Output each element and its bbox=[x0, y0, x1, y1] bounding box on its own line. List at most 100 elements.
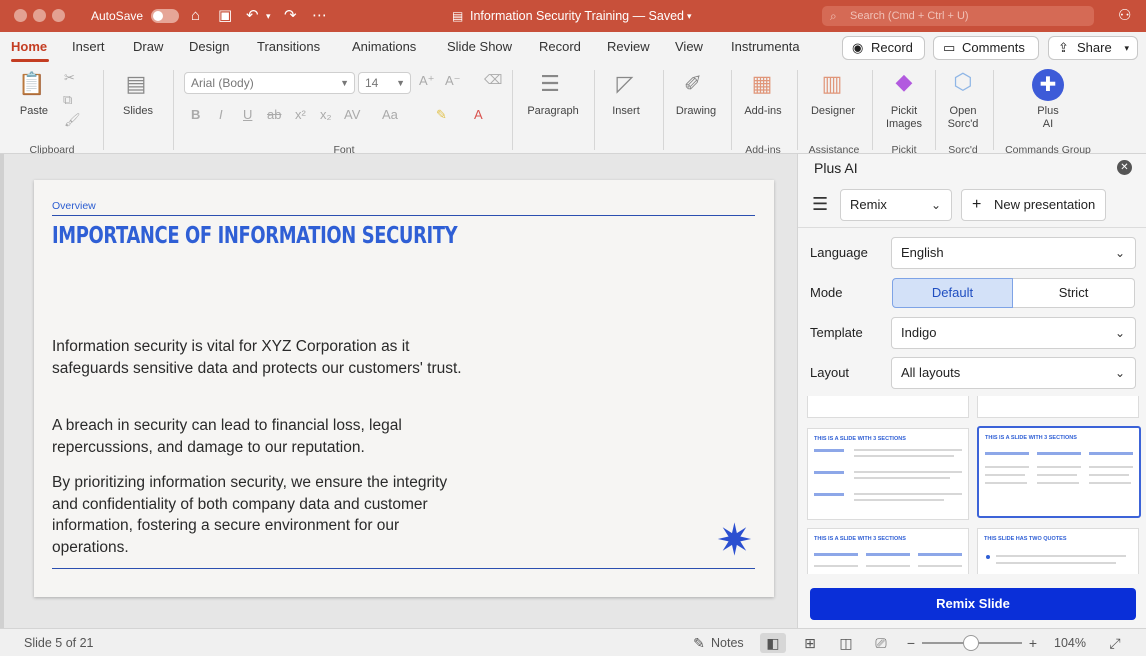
drawing-label[interactable]: Drawing bbox=[671, 105, 721, 117]
tab-home[interactable]: Home bbox=[11, 39, 47, 54]
undo-dropdown-icon[interactable]: ▾ bbox=[266, 6, 271, 26]
opensorcd-label-2[interactable]: Sorc'd bbox=[940, 118, 986, 130]
tab-slide-show[interactable]: Slide Show bbox=[447, 39, 512, 54]
paragraph-icon[interactable]: ☰ bbox=[530, 70, 570, 98]
panel-mode-select[interactable]: Remix ⌄ bbox=[840, 189, 952, 221]
drawing-icon[interactable]: ✐ bbox=[673, 70, 713, 98]
redo-icon[interactable]: ↷ bbox=[284, 6, 297, 26]
home-icon[interactable]: ⌂ bbox=[191, 6, 200, 26]
tab-draw[interactable]: Draw bbox=[133, 39, 163, 54]
plusai-label-1[interactable]: Plus bbox=[1024, 105, 1072, 117]
slides-label[interactable]: Slides bbox=[116, 105, 160, 117]
plus-ai-icon[interactable]: ✚ bbox=[1032, 69, 1064, 101]
zoom-in-icon[interactable]: + bbox=[1020, 633, 1046, 653]
new-presentation-button[interactable]: + New presentation bbox=[961, 189, 1106, 221]
zoom-level[interactable]: 104% bbox=[1054, 636, 1086, 650]
mode-default-button[interactable]: Default bbox=[892, 278, 1013, 308]
strikethrough-icon[interactable]: ab bbox=[267, 107, 281, 122]
current-slide[interactable]: Overview IMPORTANCE OF INFORMATION SECUR… bbox=[34, 180, 774, 597]
designer-label[interactable]: Designer bbox=[805, 105, 861, 117]
slideshow-icon[interactable]: ⎚ bbox=[868, 633, 894, 653]
zoom-slider-handle[interactable] bbox=[963, 635, 979, 651]
notes-icon[interactable]: ✎ bbox=[686, 633, 712, 653]
italic-icon[interactable]: I bbox=[219, 107, 223, 122]
designer-icon[interactable]: ▥ bbox=[814, 70, 850, 98]
addins-label[interactable]: Add-ins bbox=[738, 105, 788, 117]
layout-select[interactable]: All layouts ⌄ bbox=[891, 357, 1136, 389]
format-painter-icon[interactable]: 🖌 bbox=[64, 112, 81, 128]
slide-paragraph[interactable]: A breach in security can lead to financi… bbox=[52, 415, 472, 458]
fit-to-window-icon[interactable]: ⤢ bbox=[1102, 633, 1128, 653]
slide-section-label[interactable]: Overview bbox=[52, 200, 96, 212]
slide-title[interactable]: IMPORTANCE OF INFORMATION SECURITY bbox=[52, 223, 458, 249]
font-name-select[interactable]: Arial (Body) ▼ bbox=[184, 72, 355, 94]
copy-icon[interactable]: ⧉ bbox=[63, 92, 72, 108]
document-title[interactable]: Information Security Training — Saved bbox=[470, 9, 684, 23]
tab-animations[interactable]: Animations bbox=[352, 39, 416, 54]
subscript-icon[interactable]: x₂ bbox=[320, 107, 332, 122]
change-case-icon[interactable]: Aa bbox=[382, 107, 398, 122]
slide-paragraph[interactable]: Information security is vital for XYZ Co… bbox=[52, 336, 472, 379]
template-select[interactable]: Indigo ⌄ bbox=[891, 317, 1136, 349]
autosave-toggle[interactable] bbox=[151, 9, 179, 23]
pickit-icon[interactable]: ◆ bbox=[886, 68, 922, 96]
share-button[interactable]: ⇪ Share ▾ bbox=[1048, 36, 1138, 60]
slide-sorter-icon[interactable]: ⊞ bbox=[797, 633, 823, 653]
mode-strict-button[interactable]: Strict bbox=[1013, 278, 1135, 308]
layout-thumbnail-selected[interactable]: THIS IS A SLIDE WITH 3 SECTIONS bbox=[977, 426, 1141, 518]
pickit-label-2[interactable]: Images bbox=[880, 118, 928, 130]
opensorcd-label-1[interactable]: Open bbox=[940, 105, 986, 117]
account-icon[interactable]: ⚇ bbox=[1118, 6, 1131, 26]
close-icon[interactable]: ✕ bbox=[1117, 160, 1132, 175]
slides-layout-icon[interactable]: ▤ bbox=[116, 70, 156, 98]
normal-view-icon[interactable]: ◧ bbox=[760, 633, 786, 653]
slide-paragraph[interactable]: By prioritizing information security, we… bbox=[52, 472, 472, 558]
highlight-icon[interactable]: ✎ bbox=[436, 107, 447, 123]
record-button[interactable]: ◉ Record bbox=[842, 36, 925, 60]
insert-label[interactable]: Insert bbox=[603, 105, 649, 117]
reading-view-icon[interactable]: ◫ bbox=[833, 633, 859, 653]
paragraph-label[interactable]: Paragraph bbox=[522, 105, 584, 117]
more-icon[interactable]: ⋯ bbox=[312, 6, 327, 26]
layout-thumbnail[interactable] bbox=[977, 396, 1139, 418]
character-spacing-icon[interactable]: AV bbox=[344, 107, 360, 122]
clear-format-icon[interactable]: ⌫ bbox=[484, 72, 502, 88]
pickit-label-1[interactable]: Pickit bbox=[880, 105, 928, 117]
language-select[interactable]: English ⌄ bbox=[891, 237, 1136, 269]
tab-insert[interactable]: Insert bbox=[72, 39, 105, 54]
underline-icon[interactable]: U bbox=[243, 107, 252, 122]
slide-canvas[interactable]: Overview IMPORTANCE OF INFORMATION SECUR… bbox=[0, 154, 797, 628]
tab-design[interactable]: Design bbox=[189, 39, 229, 54]
tab-record[interactable]: Record bbox=[539, 39, 581, 54]
superscript-icon[interactable]: x² bbox=[295, 107, 306, 122]
tab-transitions[interactable]: Transitions bbox=[257, 39, 320, 54]
tab-view[interactable]: View bbox=[675, 39, 703, 54]
layout-thumbnail[interactable]: THIS IS A SLIDE WITH 3 SECTIONS bbox=[807, 528, 969, 574]
addins-icon[interactable]: ▦ bbox=[744, 70, 780, 98]
hexagon-icon[interactable]: ⬡ bbox=[945, 68, 981, 96]
chevron-down-icon[interactable]: ▾ bbox=[687, 11, 692, 22]
remix-slide-button[interactable]: Remix Slide bbox=[810, 588, 1136, 620]
minimize-window-button[interactable] bbox=[33, 9, 46, 22]
increase-font-icon[interactable]: A⁺ bbox=[419, 73, 435, 89]
layout-thumbnail-list[interactable]: THIS IS A SLIDE WITH 3 SECTIONS THIS IS … bbox=[798, 396, 1146, 574]
save-icon[interactable]: ▣ bbox=[218, 6, 232, 26]
layout-thumbnail[interactable] bbox=[807, 396, 969, 418]
font-size-select[interactable]: 14 ▼ bbox=[358, 72, 411, 94]
font-color-icon[interactable]: A bbox=[474, 107, 483, 122]
tab-review[interactable]: Review bbox=[607, 39, 650, 54]
plusai-label-2[interactable]: AI bbox=[1024, 118, 1072, 130]
decrease-font-icon[interactable]: A⁻ bbox=[445, 73, 461, 89]
layout-thumbnail[interactable]: THIS SLIDE HAS TWO QUOTES bbox=[977, 528, 1139, 574]
layout-thumbnail[interactable]: THIS IS A SLIDE WITH 3 SECTIONS bbox=[807, 428, 969, 520]
comments-button[interactable]: ▭ Comments bbox=[933, 36, 1039, 60]
insert-shape-icon[interactable]: ◸ bbox=[605, 70, 645, 98]
tab-instrumenta[interactable]: Instrumenta bbox=[731, 39, 800, 54]
cut-icon[interactable]: ✂ bbox=[64, 70, 75, 86]
bold-icon[interactable]: B bbox=[191, 107, 200, 122]
zoom-window-button[interactable] bbox=[52, 9, 65, 22]
search-input[interactable]: ⌕ Search (Cmd + Ctrl + U) bbox=[822, 6, 1094, 26]
undo-icon[interactable]: ↶ bbox=[246, 6, 259, 26]
zoom-out-icon[interactable]: − bbox=[898, 633, 924, 653]
notes-button[interactable]: Notes bbox=[711, 636, 744, 650]
